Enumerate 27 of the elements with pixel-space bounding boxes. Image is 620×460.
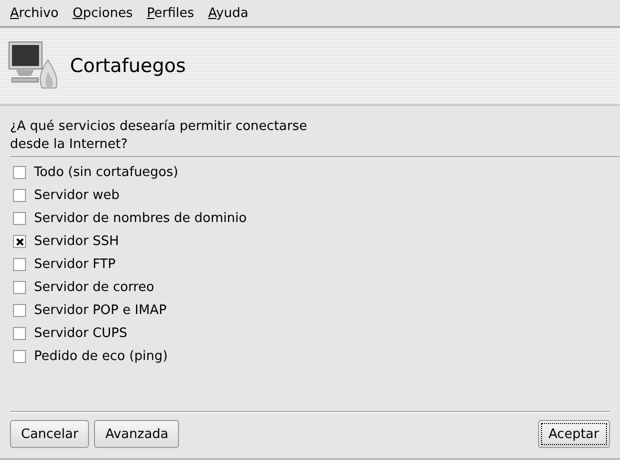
checkbox-label: Servidor POP e IMAP [34, 303, 167, 318]
dialog-button[interactable]: Cancelar [10, 420, 90, 448]
checkbox[interactable] [13, 166, 26, 179]
checkbox-label: Servidor de correo [34, 280, 154, 295]
dialog-button[interactable]: Aceptar [538, 420, 610, 448]
checkbox[interactable] [13, 189, 26, 202]
checkbox[interactable] [13, 304, 26, 317]
checkbox[interactable] [13, 350, 26, 363]
checkbox-label: Todo (sin cortafuegos) [34, 165, 178, 180]
question-text: ¿A qué servicios desearía permitir conectarse desde la Internet? [10, 118, 308, 154]
checkbox[interactable] [13, 281, 26, 294]
menu-item[interactable]: Archivo [10, 6, 59, 20]
checkbox-label: Servidor web [34, 188, 120, 203]
dialog-button[interactable]: Avanzada [94, 420, 180, 448]
checkbox-label: Servidor CUPS [34, 326, 128, 341]
checkbox-label: Servidor SSH [34, 234, 119, 249]
header-title: Cortafuegos [70, 55, 186, 77]
checkbox-label: Pedido de eco (ping) [34, 349, 168, 364]
checkbox[interactable] [13, 258, 26, 271]
menu-item[interactable]: Opciones [72, 6, 133, 20]
menu-item[interactable]: Perfiles [146, 6, 194, 20]
checkbox[interactable] [13, 235, 26, 248]
checkbox-label: Servidor de nombres de dominio [34, 211, 247, 226]
checkbox-label: Servidor FTP [34, 257, 116, 272]
menu-item[interactable]: Ayuda [208, 6, 248, 20]
checkbox[interactable] [13, 212, 26, 225]
checkbox[interactable] [13, 327, 26, 340]
